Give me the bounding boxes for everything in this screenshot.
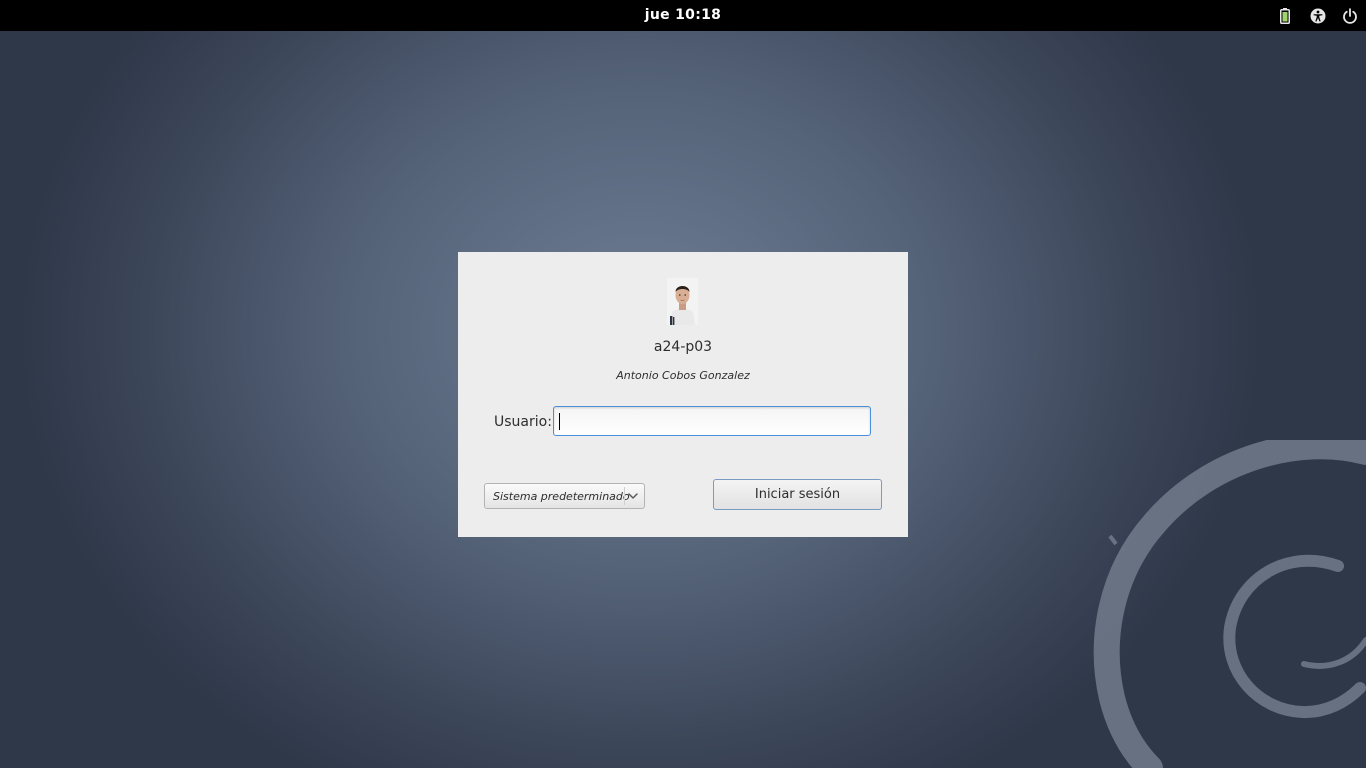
username-input[interactable]: [553, 406, 871, 436]
top-bar: jue 10:18: [0, 0, 1366, 31]
debian-swirl-logo: [1093, 440, 1366, 768]
username-label: Usuario:: [494, 414, 552, 430]
select-divider: [624, 487, 625, 505]
hostname-label: a24-p03: [653, 339, 713, 355]
user-real-name: Antonio Cobos Gonzalez: [616, 369, 750, 382]
accessibility-icon[interactable]: [1308, 0, 1328, 31]
session-selected-label: Sistema predeterminado: [493, 490, 630, 503]
text-caret: [559, 413, 560, 430]
battery-icon[interactable]: [1276, 0, 1294, 31]
clock[interactable]: jue 10:18: [0, 0, 1366, 31]
login-button[interactable]: Iniciar sesión: [713, 479, 882, 510]
session-select[interactable]: Sistema predeterminado: [484, 483, 645, 509]
power-icon[interactable]: [1340, 0, 1360, 31]
chevron-down-icon: [628, 493, 638, 499]
login-dialog: a24-p03 Antonio Cobos Gonzalez Usuario: …: [458, 252, 908, 537]
user-avatar[interactable]: [667, 278, 698, 325]
